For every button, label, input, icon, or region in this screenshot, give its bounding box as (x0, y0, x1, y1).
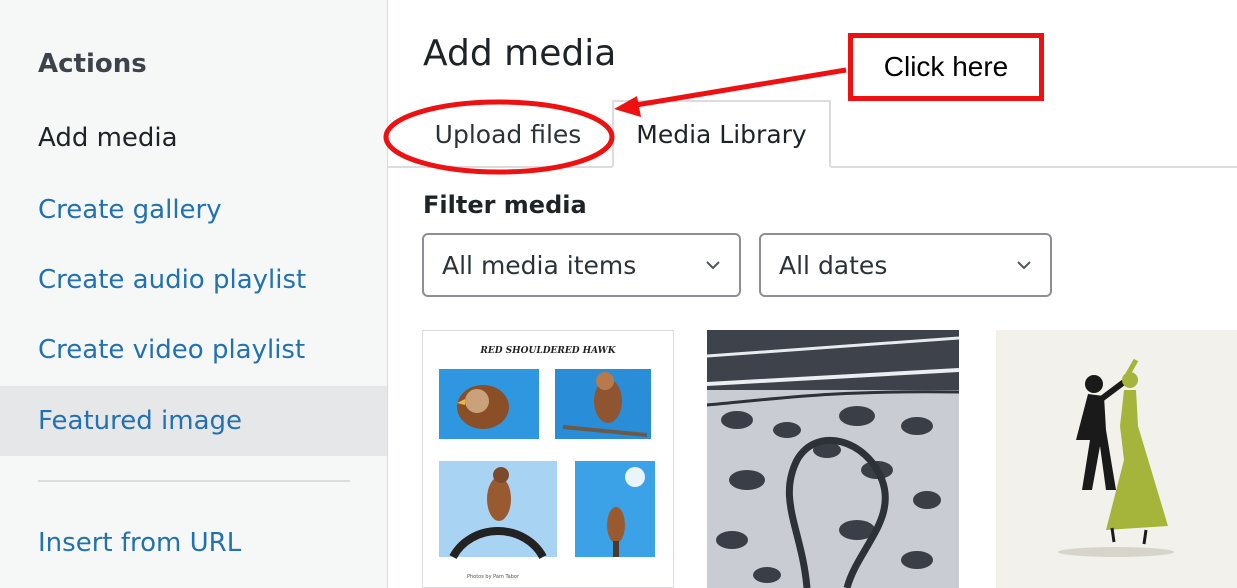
attachment-thumbnail-dancers[interactable] (996, 330, 1237, 588)
date-filter-select-value: All dates (779, 250, 888, 280)
sidebar-separator (38, 480, 350, 482)
date-filter-select[interactable]: All dates (759, 233, 1052, 297)
sidebar-item-create-audio-playlist[interactable]: Create audio playlist (0, 245, 387, 315)
collage-caption: Photos by Pam Tabor (467, 574, 520, 580)
chevron-down-icon (1017, 261, 1031, 270)
sidebar-item-create-gallery[interactable]: Create gallery (0, 175, 387, 245)
snow-aerial-image (707, 330, 959, 588)
actions-heading: Actions (38, 49, 147, 79)
click-here-callout: Click here (848, 33, 1044, 101)
sidebar-item-featured-image[interactable]: Featured image (0, 386, 387, 456)
filter-media-label: Filter media (423, 191, 587, 219)
tab-upload-files[interactable]: Upload files (406, 100, 610, 168)
sidebar-item-add-media[interactable]: Add media (0, 103, 387, 173)
sidebar-item-insert-from-url[interactable]: Insert from URL (0, 508, 387, 578)
tab-media-library[interactable]: Media Library (612, 100, 831, 168)
collage-title: RED SHOULDERED HAWK (479, 346, 616, 356)
chevron-down-icon (706, 261, 720, 270)
attachment-thumbnail-hawk[interactable]: RED SHOULDERED HAWK Photos by Pam Tabor (422, 330, 674, 588)
media-modal-sidebar: Actions Add media Create gallery Create … (0, 0, 388, 588)
hawk-collage-image: RED SHOULDERED HAWK Photos by Pam Tabor (439, 346, 655, 580)
dancers-image (996, 330, 1237, 588)
attachment-thumbnail-snow-aerial[interactable] (707, 330, 959, 588)
page-title: Add media (423, 33, 617, 74)
media-type-select-value: All media items (442, 250, 637, 280)
sidebar-item-create-video-playlist[interactable]: Create video playlist (0, 315, 387, 385)
media-type-select[interactable]: All media items (422, 233, 741, 297)
